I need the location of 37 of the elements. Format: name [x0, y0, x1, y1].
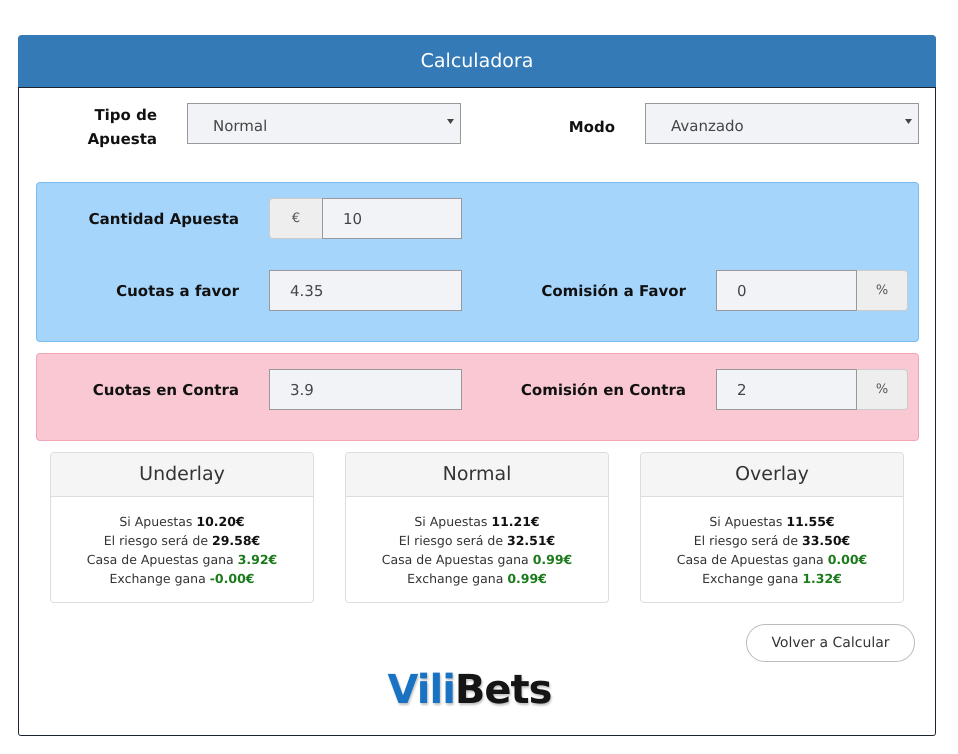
result-line: Si Apuestas 11.55€: [708, 513, 836, 531]
percent-addon: %: [857, 369, 908, 410]
recalculate-button[interactable]: Volver a Calcular: [746, 624, 915, 662]
result-line: Exchange gana -0.00€: [108, 570, 256, 588]
card-title: Overlay: [641, 453, 903, 497]
input-field[interactable]: 0: [716, 270, 857, 311]
field-label: Cantidad Apuesta: [88, 208, 239, 230]
result-line: El riesgo será de 33.50€: [692, 532, 852, 550]
field-label: Tipo de Apuesta: [86, 105, 157, 150]
input-field[interactable]: 3.9: [269, 369, 462, 410]
result-line: Exchange gana 0.99€: [406, 570, 548, 588]
result-line: Casa de Apuestas gana 3.92€: [86, 551, 278, 569]
percent-addon: %: [857, 270, 908, 311]
field-label: Modo: [568, 117, 615, 138]
result-line: Exchange gana 1.32€: [701, 570, 843, 588]
caret-icon: [447, 118, 454, 124]
result-line: El riesgo será de 32.51€: [398, 532, 556, 550]
input-field[interactable]: 2: [716, 369, 857, 410]
currency-addon: €: [269, 198, 322, 239]
logo: ViliBets: [388, 666, 552, 714]
field-label: Cuotas a favor: [116, 280, 239, 302]
input-field[interactable]: 4.35: [269, 270, 462, 311]
card-title: Underlay: [51, 453, 313, 497]
input-field[interactable]: 10: [322, 198, 462, 239]
result-line: El riesgo será de 29.58€: [102, 532, 262, 550]
dropdown-select[interactable]: Avanzado: [645, 103, 919, 144]
dropdown-select[interactable]: Normal: [187, 103, 461, 144]
result-line: Si Apuestas 10.20€: [118, 513, 246, 531]
field-label: Cuotas en Contra: [92, 380, 239, 400]
result-line: Si Apuestas 11.21€: [413, 513, 541, 531]
field-label: Comisión a Favor: [541, 280, 686, 302]
result-line: Casa de Apuestas gana 0.00€: [676, 551, 868, 569]
field-label: Comisión en Contra: [520, 380, 686, 400]
panel-title: Calculadora: [18, 35, 936, 88]
caret-icon: [905, 118, 912, 124]
card-title: Normal: [346, 453, 608, 497]
result-line: Casa de Apuestas gana 0.99€: [380, 551, 574, 569]
